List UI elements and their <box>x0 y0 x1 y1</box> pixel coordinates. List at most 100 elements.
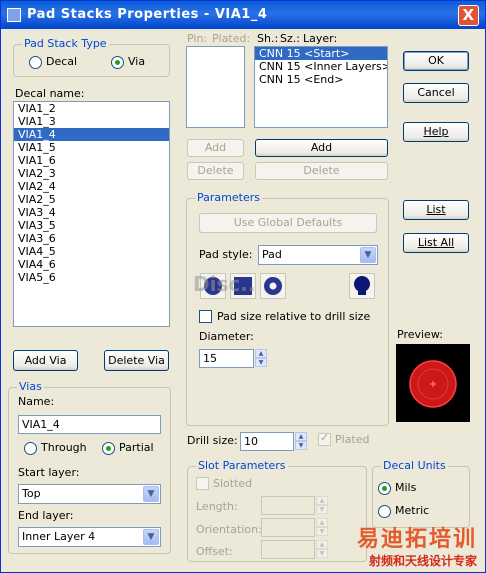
decal-list-item[interactable]: VIA1_6 <box>14 154 169 167</box>
decal-list-item[interactable]: VIA2_5 <box>14 193 169 206</box>
pad-size-relative-checkbox[interactable] <box>199 310 212 323</box>
add-via-button[interactable]: Add Via <box>13 350 78 371</box>
decal-list-item[interactable]: VIA2_4 <box>14 180 169 193</box>
length-input[interactable] <box>261 496 315 515</box>
layer-list-item[interactable]: CNN 15 <End> <box>255 73 387 86</box>
orientation-label: Orientation: <box>196 523 262 536</box>
end-layer-select[interactable]: Inner Layer 4 ▼ <box>18 527 161 547</box>
layer-header: Layer: <box>303 32 338 45</box>
preview-label: Preview: <box>397 328 443 341</box>
decal-list-item[interactable]: VIA1_3 <box>14 115 169 128</box>
spin-up-icon[interactable]: ▲ <box>316 540 328 549</box>
drill-size-spinner[interactable]: ▲ ▼ <box>295 432 307 451</box>
title-bar[interactable]: Pad Stacks Properties - VIA1_4 X <box>1 1 485 29</box>
start-layer-value: Top <box>22 487 41 500</box>
ok-button[interactable]: OK <box>403 51 469 71</box>
layer-list-item[interactable]: CNN 15 <Start> <box>255 47 387 60</box>
plated-label: Plated <box>335 433 370 446</box>
slot-parameters-title: Slot Parameters <box>196 459 288 472</box>
via-name-input[interactable]: VIA1_4 <box>18 415 161 434</box>
start-layer-label: Start layer: <box>18 466 80 479</box>
start-layer-select[interactable]: Top ▼ <box>18 484 161 504</box>
pad-preview-graphic <box>409 360 457 408</box>
decal-radio[interactable] <box>29 56 42 69</box>
metric-radio[interactable] <box>378 505 391 518</box>
decal-units-title: Decal Units <box>381 459 448 472</box>
chevron-down-icon[interactable]: ▼ <box>360 247 376 263</box>
list-all-button[interactable]: List All <box>403 233 469 253</box>
via-radio-label: Via <box>128 55 146 68</box>
via-name-label: Name: <box>18 395 55 408</box>
plated-header: Plated: <box>212 32 251 45</box>
add-pin-button[interactable]: Add <box>187 139 244 157</box>
help-button[interactable]: Help <box>403 122 469 142</box>
thermal-shape-button[interactable] <box>349 273 375 299</box>
diameter-label: Diameter: <box>199 330 254 343</box>
diameter-input[interactable]: 15 <box>199 349 254 368</box>
annular-shape-button[interactable] <box>260 273 286 299</box>
vias-title: Vias <box>17 380 44 393</box>
spin-down-icon[interactable]: ▼ <box>316 505 328 514</box>
decal-name-list[interactable]: VIA1_2 VIA1_3 VIA1_4 VIA1_5 VIA1_6 VIA2_3 VIA2… <box>13 101 170 327</box>
spin-up-icon[interactable]: ▲ <box>316 496 328 505</box>
pin-header: Pin: <box>187 32 208 45</box>
pin-list[interactable] <box>186 46 245 128</box>
mils-radio[interactable] <box>378 482 391 495</box>
drill-size-input[interactable]: 10 <box>240 432 294 451</box>
window-title: Pad Stacks Properties - VIA1_4 <box>27 7 268 22</box>
spin-down-icon[interactable]: ▼ <box>295 441 307 450</box>
cancel-button[interactable]: Cancel <box>403 83 469 103</box>
spin-up-icon[interactable]: ▲ <box>255 349 267 358</box>
use-global-defaults-button[interactable]: Use Global Defaults <box>199 213 377 233</box>
decal-list-item[interactable]: VIA4_6 <box>14 258 169 271</box>
orientation-input[interactable] <box>261 518 315 537</box>
thermal-pad-icon <box>354 276 370 295</box>
partial-radio[interactable] <box>102 442 115 455</box>
watermark-slogan: 射频和天线设计专家 <box>368 553 477 568</box>
through-radio[interactable] <box>24 442 37 455</box>
length-label: Length: <box>196 500 238 513</box>
decal-list-item[interactable]: VIA5_6 <box>14 271 169 284</box>
close-button[interactable]: X <box>458 5 479 26</box>
drill-size-label: Drill size: <box>187 434 238 447</box>
pad-style-value: Pad <box>262 248 282 261</box>
diameter-spinner[interactable]: ▲ ▼ <box>255 349 267 368</box>
chevron-down-icon[interactable]: ▼ <box>143 529 159 545</box>
offset-input[interactable] <box>261 540 315 559</box>
plated-checkbox[interactable]: ✓ <box>318 431 331 446</box>
spin-up-icon[interactable]: ▲ <box>295 432 307 441</box>
decal-list-item[interactable]: VIA3_4 <box>14 206 169 219</box>
delete-via-button[interactable]: Delete Via <box>104 350 169 371</box>
decal-list-item[interactable]: VIA1_4 <box>14 128 169 141</box>
decal-list-item[interactable]: VIA1_2 <box>14 102 169 115</box>
layer-list[interactable]: CNN 15 <Start> CNN 15 <Inner Layers> CNN 1… <box>254 46 388 128</box>
pad-style-select[interactable]: Pad ▼ <box>258 245 378 265</box>
layer-list-item[interactable]: CNN 15 <Inner Layers> <box>255 60 387 73</box>
via-radio[interactable] <box>111 56 124 69</box>
pad-style-label: Pad style: <box>199 248 253 261</box>
offset-spinner[interactable]: ▲ ▼ <box>316 540 328 559</box>
metric-label: Metric <box>395 504 430 517</box>
mils-label: Mils <box>395 481 417 494</box>
spin-down-icon[interactable]: ▼ <box>316 549 328 558</box>
decal-list-item[interactable]: VIA3_6 <box>14 232 169 245</box>
watermark-brand: 易迪拓培训 <box>356 527 477 553</box>
spin-up-icon[interactable]: ▲ <box>316 518 328 527</box>
decal-list-item[interactable]: VIA3_5 <box>14 219 169 232</box>
spin-down-icon[interactable]: ▼ <box>316 527 328 536</box>
slotted-checkbox[interactable] <box>196 477 209 490</box>
app-icon <box>7 8 21 22</box>
spin-down-icon[interactable]: ▼ <box>255 358 267 367</box>
delete-pin-button[interactable]: Delete <box>187 162 244 180</box>
decal-list-item[interactable]: VIA2_3 <box>14 167 169 180</box>
shape-header: Sh.: <box>257 32 279 45</box>
delete-layer-button[interactable]: Delete <box>255 162 388 180</box>
decal-list-item[interactable]: VIA4_5 <box>14 245 169 258</box>
add-layer-button[interactable]: Add <box>255 139 388 157</box>
offset-label: Offset: <box>196 545 233 558</box>
length-spinner[interactable]: ▲ ▼ <box>316 496 328 515</box>
orientation-spinner[interactable]: ▲ ▼ <box>316 518 328 537</box>
list-button[interactable]: List <box>403 200 469 220</box>
chevron-down-icon[interactable]: ▼ <box>143 486 159 502</box>
decal-list-item[interactable]: VIA1_5 <box>14 141 169 154</box>
